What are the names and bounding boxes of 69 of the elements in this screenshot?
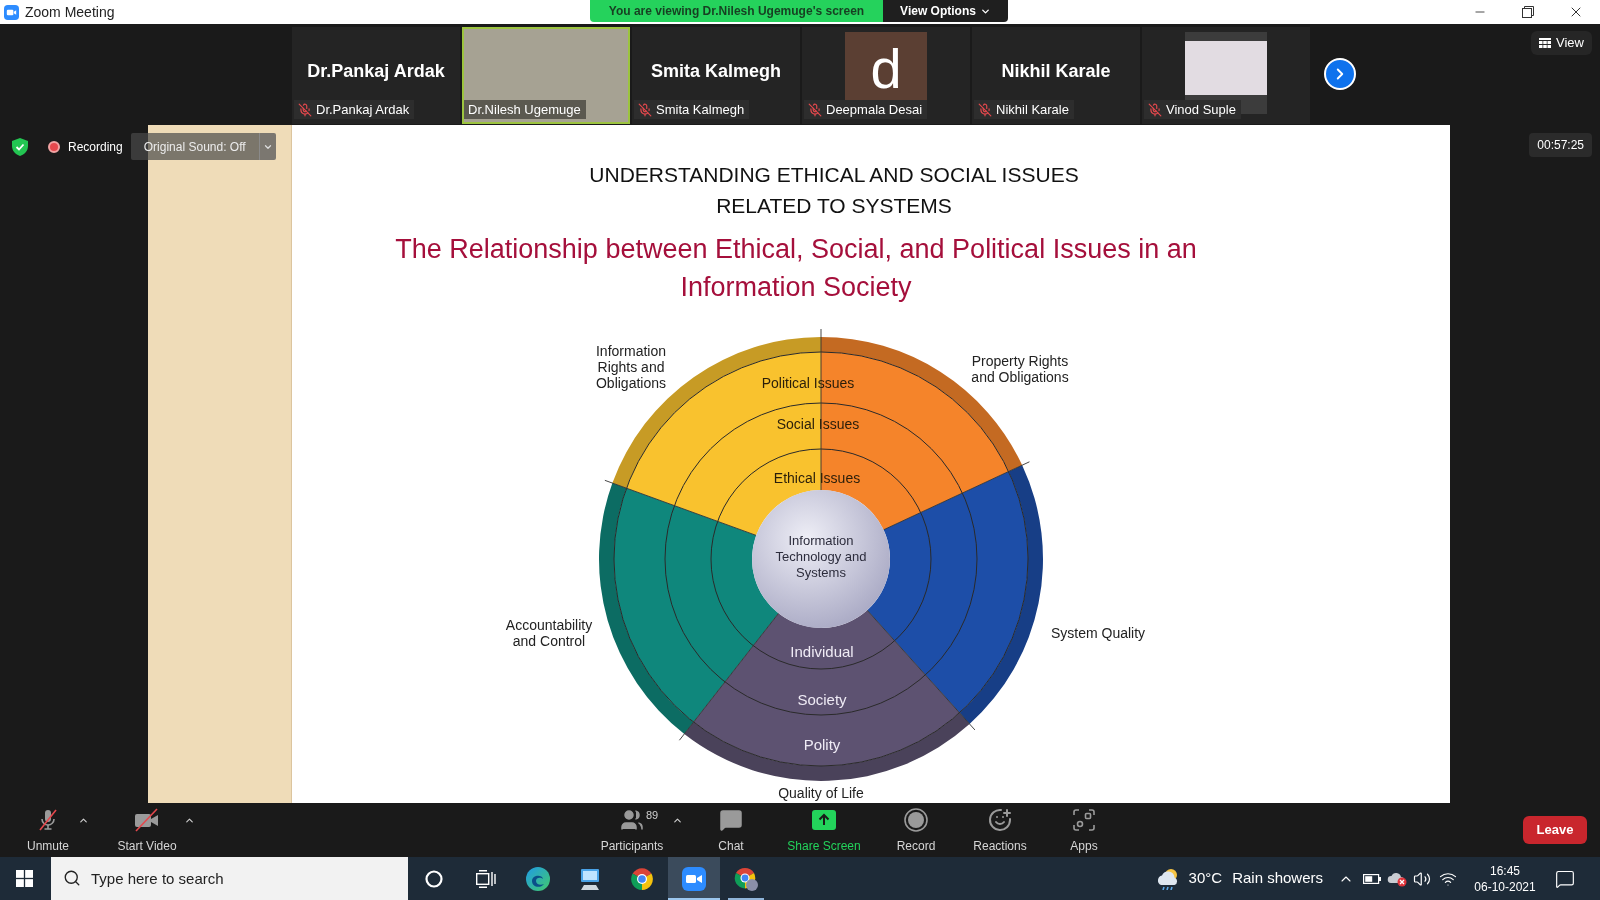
- view-button[interactable]: View: [1531, 31, 1592, 55]
- dimension-label: Accountability and Control: [504, 617, 594, 649]
- start-icon: [15, 870, 33, 887]
- original-sound-button[interactable]: Original Sound: Off: [130, 133, 259, 160]
- shield-check-icon[interactable]: [12, 137, 28, 156]
- restore-icon: [1522, 6, 1534, 18]
- battery-icon[interactable]: [1363, 873, 1381, 884]
- search-icon: [63, 869, 81, 887]
- slide-title: UNDERSTANDING ETHICAL AND SOCIAL ISSUES RELATED TO SYSTEMS: [589, 162, 1079, 219]
- weather-condition: Rain showers: [1232, 868, 1323, 889]
- participant-name: Dr.Pankaj Ardak: [316, 101, 410, 118]
- participant-name: Vinod Suple: [1166, 101, 1236, 118]
- toolbar-button[interactable]: Start Video: [112, 803, 182, 854]
- apps-icon: [1072, 808, 1096, 832]
- clock-date[interactable]: 06-10-2021: [1474, 878, 1536, 895]
- toolbar-button[interactable]: 89 Participants: [594, 803, 670, 854]
- ring-label: Political Issues: [760, 374, 856, 392]
- dimension-label: System Quality: [1049, 625, 1147, 641]
- taskbar-app-button[interactable]: [668, 857, 720, 900]
- swirl-app-icon: [526, 866, 550, 891]
- next-page-button[interactable]: [1324, 58, 1356, 90]
- toolbar-button[interactable]: Unmute: [20, 803, 76, 854]
- speaker-icon[interactable]: [1413, 869, 1431, 888]
- cloud-error-icon[interactable]: [1387, 870, 1407, 887]
- dimension-label: Property Rights and Obligations: [970, 353, 1070, 385]
- share-screen-icon: [812, 810, 836, 830]
- record-icon: [904, 808, 928, 832]
- toolbar-button[interactable]: Reactions: [968, 803, 1032, 854]
- participant-display-name: Smita Kalmegh: [650, 60, 781, 83]
- search-field[interactable]: Type here to search: [51, 857, 408, 900]
- chat-bubble-icon: [719, 808, 743, 832]
- recording-label: Recording: [68, 138, 123, 156]
- smiley-plus-icon: [988, 808, 1012, 832]
- participant-name: Dr.Nilesh Ugemuge: [468, 101, 581, 118]
- weather-temperature: 30°C: [1188, 868, 1223, 889]
- toolbar-button[interactable]: Record: [888, 803, 944, 854]
- share-banner: You are viewing Dr.Nilesh Ugemuge's screen: [590, 0, 883, 22]
- circle-icon: [425, 869, 443, 888]
- participant-display-name: Dr.Pankaj Ardak: [307, 60, 445, 83]
- browser-profile-icon: [734, 866, 758, 891]
- task-view-icon: [476, 869, 496, 888]
- notification-icon: [1555, 868, 1575, 889]
- participants-icon: [620, 808, 644, 832]
- video-camera-logo-icon: [4, 4, 19, 20]
- toolbar-button[interactable]: Apps: [1060, 803, 1108, 854]
- grid-icon: [1539, 38, 1552, 48]
- level-label: Individual: [789, 643, 855, 661]
- participant-name: Nikhil Karale: [996, 101, 1069, 118]
- toolbar-button[interactable]: Chat: [706, 803, 756, 854]
- level-label: Society: [796, 691, 848, 709]
- participant-count: 89: [646, 809, 659, 821]
- leave-button[interactable]: Leave: [1523, 816, 1587, 844]
- level-label: Polity: [802, 736, 842, 754]
- ring-label: Social Issues: [775, 415, 861, 433]
- dimension-label: Information Rights and Obligations: [594, 343, 667, 391]
- center-label: Information Technology and Systems: [774, 533, 868, 581]
- window-title: Zoom Meeting: [25, 3, 115, 21]
- computer-icon: [578, 866, 602, 891]
- clock-time[interactable]: 16:45: [1490, 862, 1520, 879]
- browser-icon: [630, 866, 654, 891]
- participant-name: Smita Kalmegh: [656, 101, 745, 118]
- dimension-label: Quality of Life: [777, 785, 865, 801]
- slide-subtitle: The Relationship between Ethical, Social, and Political Issues in an Information Society: [395, 233, 1197, 304]
- ring-label: Ethical Issues: [772, 469, 862, 487]
- meeting-timer: 00:57:25: [1529, 133, 1592, 157]
- toolbar-button[interactable]: Share Screen: [782, 803, 866, 854]
- video-camera-app-icon: [682, 866, 706, 891]
- participant-display-name: Nikhil Karale: [1001, 60, 1111, 83]
- view-options-button[interactable]: View Options: [883, 0, 1008, 22]
